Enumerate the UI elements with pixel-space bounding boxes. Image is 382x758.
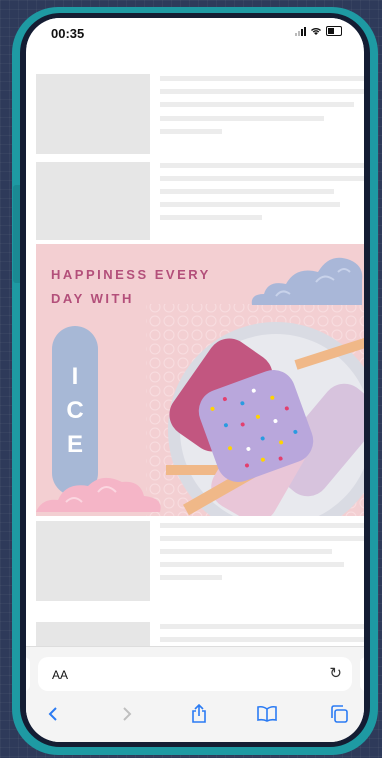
text-placeholder bbox=[160, 624, 364, 629]
text-placeholder bbox=[160, 129, 222, 134]
text-placeholder bbox=[160, 549, 332, 554]
text-placeholder bbox=[160, 189, 334, 194]
screen: 00:35 HAPPINESS EVERY DAY WITH I C E AA … bbox=[26, 18, 364, 742]
ice-letter: I bbox=[71, 363, 79, 390]
share-button[interactable] bbox=[184, 699, 214, 729]
forward-icon bbox=[123, 707, 132, 721]
address-bar[interactable] bbox=[38, 657, 352, 691]
cloud-illustration bbox=[251, 257, 363, 305]
article-thumbnail[interactable] bbox=[36, 74, 150, 154]
text-placeholder bbox=[160, 637, 364, 642]
reload-icon[interactable]: ↻ bbox=[329, 664, 342, 682]
ice-cream-ad-banner[interactable]: HAPPINESS EVERY DAY WITH I C E bbox=[36, 244, 364, 516]
forward-button[interactable] bbox=[112, 699, 142, 729]
text-placeholder bbox=[160, 575, 222, 580]
text-placeholder bbox=[160, 536, 364, 541]
text-placeholder bbox=[160, 89, 364, 94]
battery-icon bbox=[326, 26, 342, 36]
status-icons bbox=[295, 26, 342, 36]
tabs-icon bbox=[331, 705, 348, 723]
next-tab-preview[interactable] bbox=[360, 657, 364, 691]
text-placeholder bbox=[160, 102, 354, 107]
prev-tab-preview[interactable] bbox=[26, 657, 30, 691]
text-placeholder bbox=[160, 116, 324, 121]
ad-headline-line1: HAPPINESS EVERY bbox=[51, 267, 211, 282]
share-icon bbox=[192, 704, 206, 723]
ice-letter: E bbox=[66, 431, 83, 458]
status-bar: 00:35 bbox=[26, 18, 364, 46]
text-placeholder bbox=[160, 176, 364, 181]
popsicle-plate-photo bbox=[166, 322, 364, 516]
article-thumbnail[interactable] bbox=[36, 521, 150, 601]
signal-icon bbox=[295, 26, 306, 36]
back-icon bbox=[48, 707, 57, 721]
bookmarks-icon bbox=[257, 705, 277, 722]
ad-headline-line2: DAY WITH bbox=[51, 291, 134, 306]
text-placeholder bbox=[160, 523, 364, 528]
status-time: 00:35 bbox=[51, 26, 85, 41]
bookmarks-button[interactable] bbox=[252, 699, 282, 729]
browser-toolbar: AA ↻ bbox=[26, 646, 364, 742]
wifi-icon bbox=[311, 28, 321, 35]
back-button[interactable] bbox=[38, 699, 68, 729]
text-placeholder bbox=[160, 202, 340, 207]
tabs-button[interactable] bbox=[324, 699, 354, 729]
text-placeholder bbox=[160, 76, 364, 81]
text-placeholder bbox=[160, 163, 364, 168]
ice-letter: C bbox=[66, 397, 84, 424]
text-placeholder bbox=[160, 215, 262, 220]
phone-frame: 00:35 HAPPINESS EVERY DAY WITH I C E AA … bbox=[12, 7, 378, 755]
article-thumbnail[interactable] bbox=[36, 162, 150, 240]
text-size-button[interactable]: AA bbox=[52, 668, 68, 682]
text-placeholder bbox=[160, 562, 344, 567]
